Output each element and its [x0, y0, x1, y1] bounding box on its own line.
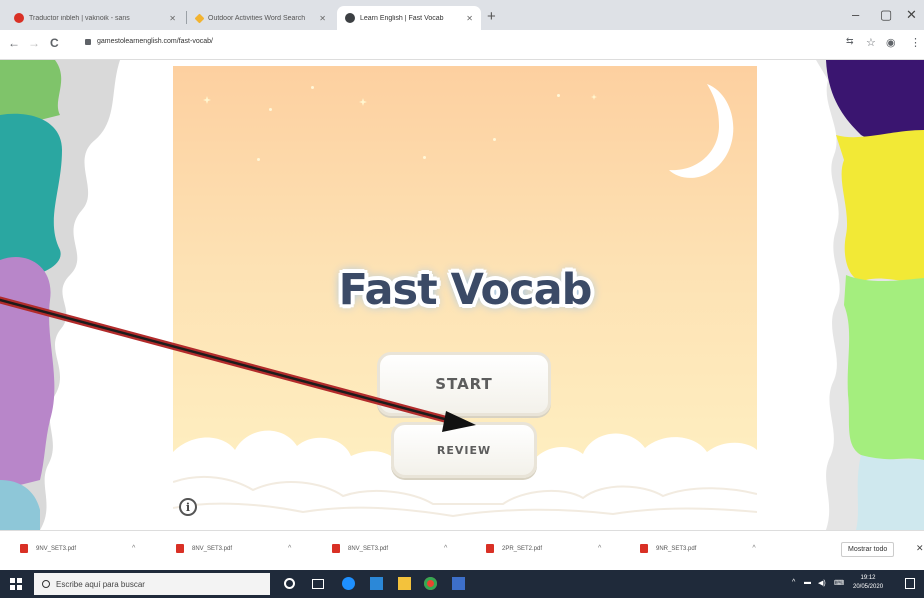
download-filename: 8NV_SET3.pdf: [348, 545, 389, 552]
show-all-downloads-button[interactable]: Mostrar todo: [841, 542, 895, 557]
taskbar-search-box[interactable]: Escribe aquí para buscar: [34, 573, 270, 595]
tab-separator: [186, 11, 187, 24]
chevron-up-icon[interactable]: ^: [132, 545, 135, 552]
star-icon: [591, 94, 597, 100]
chrome-icon[interactable]: [424, 577, 437, 590]
edge-browser-icon[interactable]: [342, 577, 355, 590]
tab-title: Outdoor Activities Word Search: [208, 14, 306, 22]
windows-start-icon[interactable]: [10, 578, 22, 590]
notifications-icon[interactable]: [905, 578, 915, 589]
tab-close-icon[interactable]: ✕: [169, 14, 176, 23]
maximize-button[interactable]: ▢: [880, 7, 892, 23]
chevron-up-icon[interactable]: ^: [598, 545, 601, 552]
star-dot: [311, 86, 314, 89]
app-icon[interactable]: [452, 577, 465, 590]
chevron-up-icon[interactable]: ^: [752, 545, 755, 552]
download-filename: 8NV_SET3.pdf: [192, 545, 233, 552]
download-filename: 9NR_SET3.pdf: [656, 545, 697, 552]
volume-icon[interactable]: ◀): [818, 579, 826, 587]
tab-close-icon[interactable]: ✕: [466, 14, 473, 23]
bookmark-star-icon[interactable]: ☆: [866, 36, 876, 49]
windows-taskbar: Escribe aquí para buscar ^ ▬ ◀) ⌨ 19:12 …: [0, 570, 924, 598]
tab-favicon: [194, 13, 205, 23]
download-item[interactable]: 2PR_SET2.pdf ^: [486, 544, 601, 553]
store-icon[interactable]: [370, 577, 383, 590]
address-text: gamestolearnenglish.com/fast-vocab/: [97, 38, 213, 45]
taskbar-search-placeholder: Escribe aquí para buscar: [56, 579, 145, 589]
star-dot: [557, 94, 560, 97]
tab-translator[interactable]: Traductor inbleh | vaknoik - sans ✕: [6, 6, 184, 30]
menu-icon[interactable]: ⋮: [910, 36, 921, 49]
review-button[interactable]: REVIEW: [391, 422, 537, 478]
browser-tab-strip: Traductor inbleh | vaknoik - sans ✕ Outd…: [0, 0, 924, 30]
download-item[interactable]: 8NV_SET3.pdf ^: [332, 544, 447, 553]
download-item[interactable]: 8NV_SET3.pdf ^: [176, 544, 291, 553]
tab-title: Learn English | Fast Vocab: [360, 14, 444, 22]
back-icon[interactable]: ←: [8, 36, 20, 50]
browser-toolbar: ← → C gamestolearnenglish.com/fast-vocab…: [0, 30, 924, 60]
tab-favicon: [14, 13, 24, 23]
screen: Traductor inbleh | vaknoik - sans ✕ Outd…: [0, 0, 924, 598]
tab-word-search[interactable]: Outdoor Activities Word Search ✕: [188, 6, 334, 30]
clock-date: 20/05/2020: [853, 584, 884, 590]
right-decorative-border: [806, 60, 924, 530]
file-explorer-icon[interactable]: [398, 577, 411, 590]
new-tab-button[interactable]: +: [487, 9, 496, 24]
pdf-file-icon: [486, 544, 494, 553]
taskbar-clock[interactable]: 19:12 20/05/2020: [853, 574, 883, 592]
address-bar[interactable]: gamestolearnenglish.com/fast-vocab/: [85, 38, 213, 45]
pdf-file-icon: [640, 544, 648, 553]
chevron-up-icon[interactable]: ^: [444, 545, 447, 552]
web-page: Fast Vocab START REVIEW i: [0, 60, 924, 530]
download-filename: 9NV_SET3.pdf: [36, 545, 77, 552]
pdf-file-icon: [176, 544, 184, 553]
tab-title: Traductor inbleh | vaknoik - sans: [29, 14, 130, 22]
game-canvas: Fast Vocab START REVIEW i: [173, 66, 757, 522]
start-button[interactable]: START: [377, 352, 551, 416]
star-dot: [423, 156, 426, 159]
cortana-icon[interactable]: [284, 578, 295, 589]
moon-icon: [669, 84, 734, 178]
downloads-bar: 9NV_SET3.pdf ^ 8NV_SET3.pdf ^ 8NV_SET3.p…: [0, 530, 924, 570]
lock-icon: [85, 38, 91, 45]
star-dot: [269, 108, 272, 111]
star-dot: [257, 158, 260, 161]
keyboard-icon[interactable]: ⌨: [834, 579, 844, 587]
tab-fast-vocab[interactable]: Learn English | Fast Vocab ✕: [337, 6, 481, 30]
tab-close-icon[interactable]: ✕: [319, 14, 326, 23]
game-title: Fast Vocab: [338, 265, 593, 315]
tray-expand-icon[interactable]: ^: [792, 579, 795, 586]
download-item[interactable]: 9NV_SET3.pdf ^: [20, 544, 135, 553]
profile-icon[interactable]: ◉: [886, 36, 896, 49]
close-downloads-icon[interactable]: ✕: [916, 543, 924, 554]
close-window-button[interactable]: ✕: [906, 7, 917, 23]
search-icon: [42, 580, 50, 588]
tab-favicon: [345, 13, 355, 23]
minimize-button[interactable]: –: [852, 7, 859, 22]
pdf-file-icon: [20, 544, 28, 553]
download-filename: 2PR_SET2.pdf: [502, 545, 543, 552]
clock-time: 19:12: [860, 575, 876, 581]
left-decorative-border: [0, 60, 130, 530]
star-dot: [493, 138, 496, 141]
chevron-up-icon[interactable]: ^: [288, 545, 291, 552]
info-icon[interactable]: i: [179, 498, 197, 516]
forward-icon[interactable]: →: [28, 36, 40, 50]
reload-icon[interactable]: C: [50, 36, 59, 50]
download-item[interactable]: 9NR_SET3.pdf ^: [640, 544, 756, 553]
pdf-file-icon: [332, 544, 340, 553]
network-icon[interactable]: ▬: [804, 579, 811, 586]
star-icon: [203, 96, 211, 104]
translate-icon[interactable]: ⇆: [846, 36, 854, 47]
task-view-icon[interactable]: [312, 579, 324, 589]
star-icon: [359, 98, 367, 106]
